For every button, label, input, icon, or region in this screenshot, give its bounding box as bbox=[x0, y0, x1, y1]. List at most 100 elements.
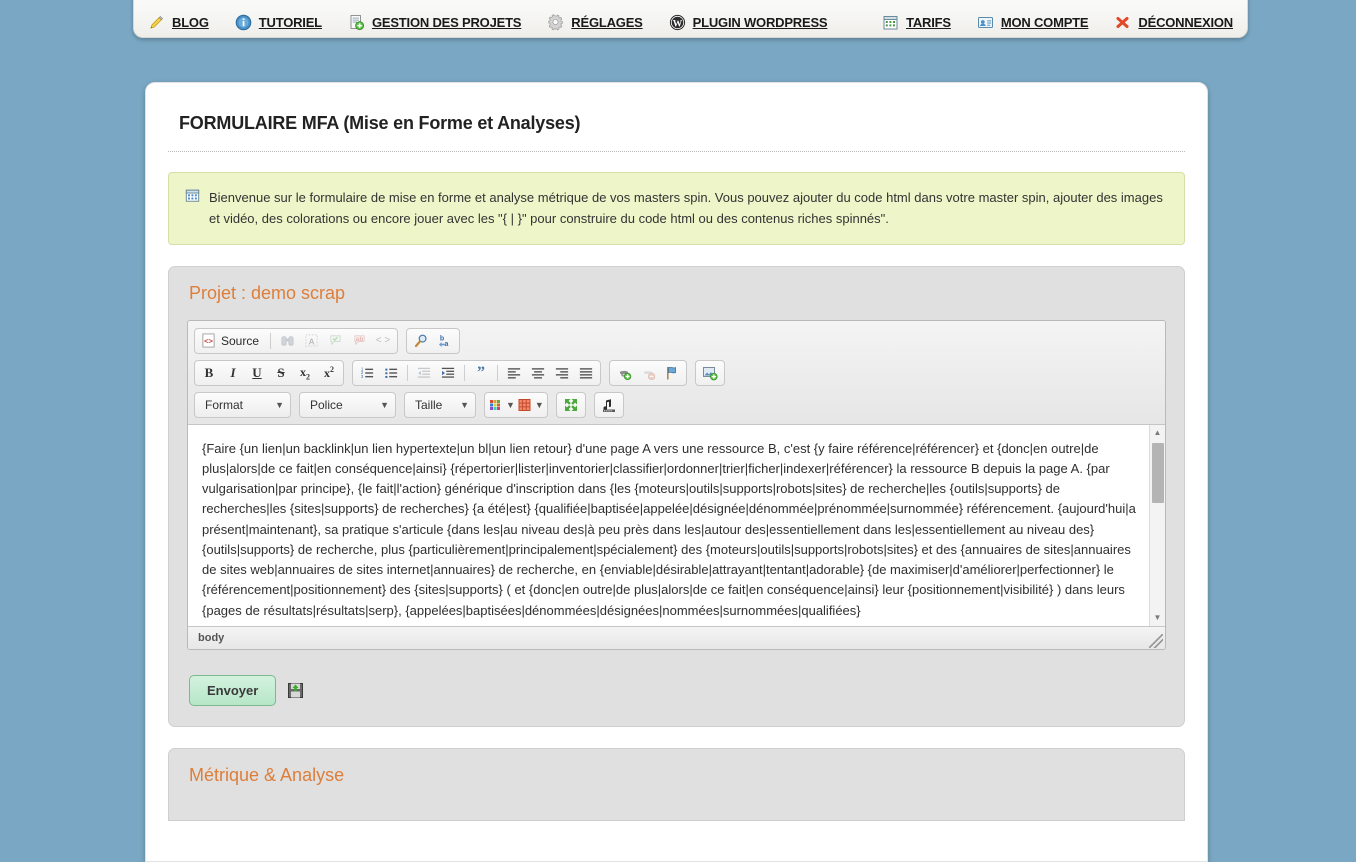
strikethrough-button[interactable]: S bbox=[270, 363, 292, 383]
nav-item-reglages[interactable]: RÉGLAGES bbox=[547, 14, 643, 31]
nav-item-label: BLOG bbox=[172, 15, 209, 30]
nav-item-label: TARIFS bbox=[906, 15, 951, 30]
search-button[interactable] bbox=[410, 331, 432, 351]
nav-item-tarifs[interactable]: TARIFS bbox=[882, 14, 951, 31]
svg-text:3: 3 bbox=[361, 374, 364, 379]
chevron-down-icon: ▼ bbox=[534, 399, 544, 410]
page-title: FORMULAIRE MFA (Mise en Forme et Analyse… bbox=[179, 113, 581, 133]
document-add-icon bbox=[350, 15, 364, 31]
align-right-button[interactable] bbox=[551, 363, 573, 383]
align-left-button[interactable] bbox=[503, 363, 525, 383]
chevron-down-icon: ▼ bbox=[506, 399, 515, 410]
find-replace-icon: b a bbox=[439, 335, 449, 348]
font-select-label: Police bbox=[310, 397, 343, 412]
toolbar-separator bbox=[407, 364, 408, 381]
nav-item-label: MON COMPTE bbox=[1000, 15, 1089, 30]
numbered-list-icon: 123 bbox=[361, 366, 374, 379]
nav-item-blog[interactable]: BLOG bbox=[148, 14, 209, 31]
svg-text:W: W bbox=[672, 19, 682, 29]
welcome-info-text: Bienvenue sur le formulaire de mise en f… bbox=[209, 190, 1163, 227]
nav-item-deconnexion[interactable]: DÉCONNEXION bbox=[1114, 14, 1233, 31]
bulleted-list-icon bbox=[385, 368, 398, 378]
indent-button[interactable] bbox=[437, 363, 459, 383]
align-justify-icon bbox=[579, 368, 593, 379]
resize-grip[interactable] bbox=[1149, 633, 1163, 648]
find-button[interactable] bbox=[276, 331, 298, 351]
nav-item-tutoriel[interactable]: TUTORIEL bbox=[235, 14, 322, 31]
outdent-button[interactable] bbox=[413, 363, 435, 383]
ckeditor-content[interactable]: {Faire {un lien|un backlink|un lien hype… bbox=[188, 425, 1165, 626]
submit-button[interactable]: Envoyer bbox=[189, 674, 277, 706]
background-color-button[interactable]: ▼ bbox=[517, 397, 544, 413]
underline-button[interactable]: U bbox=[246, 363, 268, 383]
source-button-label: Source bbox=[221, 333, 260, 348]
toolbar-separator bbox=[464, 364, 465, 381]
toolbar-row-2: B I U S x2 x2 123 ” bbox=[194, 359, 1159, 386]
elements-path-body[interactable]: body bbox=[198, 632, 224, 644]
nav-item-mon-compte[interactable]: MON COMPTE bbox=[977, 14, 1089, 31]
toolbar-group-basic-styles: B I U S x2 x2 bbox=[194, 359, 344, 386]
bold-button[interactable]: B bbox=[198, 363, 220, 383]
logout-cross-icon bbox=[1116, 16, 1129, 29]
source-button[interactable]: <> Source bbox=[198, 331, 265, 351]
align-center-icon bbox=[531, 368, 545, 379]
ckeditor-toolbar: <> Source A ab < > b a B I U S x2 x2 1 2… bbox=[188, 320, 1165, 425]
maximize-button[interactable] bbox=[560, 395, 582, 415]
indent-icon bbox=[441, 367, 455, 378]
show-blocks-button[interactable]: < > bbox=[372, 331, 394, 351]
replace-button[interactable]: b a bbox=[434, 331, 456, 351]
outdent-icon bbox=[417, 367, 431, 378]
italic-button[interactable]: I bbox=[222, 363, 244, 383]
link-button[interactable] bbox=[613, 363, 635, 383]
toolbar-group-media bbox=[593, 391, 624, 418]
superscript-button[interactable]: x2 bbox=[318, 363, 340, 383]
toolbar-group-search: b a bbox=[406, 327, 461, 354]
numbered-list-button[interactable]: 123 bbox=[356, 363, 378, 383]
toolbar-group-document: <> Source A ab < > bbox=[194, 327, 399, 354]
ckeditor-editing-area[interactable]: {Faire {un lien|un backlink|un lien hype… bbox=[188, 424, 1165, 627]
unlink-button[interactable] bbox=[637, 363, 659, 383]
toolbar-group-paragraph: 123 ” bbox=[352, 359, 601, 386]
svg-text:A: A bbox=[308, 337, 314, 347]
chevron-down-icon: ▼ bbox=[460, 399, 469, 410]
link-icon bbox=[620, 370, 632, 380]
size-select[interactable]: Taille ▼ bbox=[404, 391, 476, 418]
calendar-icon bbox=[185, 189, 200, 202]
top-navigation-bar: BLOG TUTORIEL GESTION DES PROJETS RÉGLAG… bbox=[133, 0, 1248, 38]
ckeditor-elements-path: body bbox=[188, 626, 1165, 649]
nav-item-label: RÉGLAGES bbox=[571, 15, 643, 30]
scroll-up-arrow-icon[interactable]: ▲ bbox=[1150, 425, 1165, 441]
nav-item-gestion-des-projets[interactable]: GESTION DES PROJETS bbox=[348, 14, 521, 31]
toolbar-row-3: Format ▼ Police ▼ Taille ▼ ▼ ▼ bbox=[194, 391, 1159, 418]
spellcheck-red-icon: ab bbox=[353, 335, 365, 346]
nav-item-plugin-wordpress[interactable]: W PLUGIN WORDPRESS bbox=[669, 14, 828, 31]
nav-item-label: TUTORIEL bbox=[258, 15, 322, 30]
image-button[interactable] bbox=[699, 363, 721, 383]
select-all-button[interactable]: A bbox=[300, 331, 322, 351]
align-center-button[interactable] bbox=[527, 363, 549, 383]
spellcheck-button[interactable] bbox=[324, 331, 346, 351]
main-content-card: FORMULAIRE MFA (Mise en Forme et Analyse… bbox=[145, 82, 1208, 862]
project-panel-title: Projet : demo scrap bbox=[189, 282, 346, 303]
scrollbar-thumb[interactable] bbox=[1152, 442, 1164, 503]
anchor-button[interactable] bbox=[661, 363, 683, 383]
bulleted-list-button[interactable] bbox=[380, 363, 402, 383]
text-color-button[interactable]: ▼ bbox=[488, 397, 515, 413]
title-divider bbox=[168, 151, 1185, 152]
align-justify-button[interactable] bbox=[575, 363, 597, 383]
subscript-button[interactable]: x2 bbox=[294, 363, 316, 383]
scroll-down-arrow-icon[interactable]: ▼ bbox=[1150, 610, 1165, 626]
chevron-down-icon: ▼ bbox=[275, 399, 284, 410]
editor-scrollbar[interactable]: ▲ ▼ bbox=[1149, 424, 1165, 626]
blockquote-button[interactable]: ” bbox=[470, 363, 492, 383]
pencil-icon bbox=[150, 15, 164, 29]
toolbar-group-insert bbox=[695, 359, 725, 386]
background-color-icon bbox=[518, 398, 531, 411]
format-select[interactable]: Format ▼ bbox=[194, 391, 291, 418]
spellcheck-options-button[interactable]: ab bbox=[348, 331, 370, 351]
font-select[interactable]: Police ▼ bbox=[299, 391, 396, 418]
media-embed-button[interactable] bbox=[598, 395, 620, 415]
save-import-icon[interactable] bbox=[287, 682, 304, 699]
angle-brackets-icon: < > bbox=[375, 335, 391, 347]
svg-text:ab: ab bbox=[355, 336, 363, 343]
